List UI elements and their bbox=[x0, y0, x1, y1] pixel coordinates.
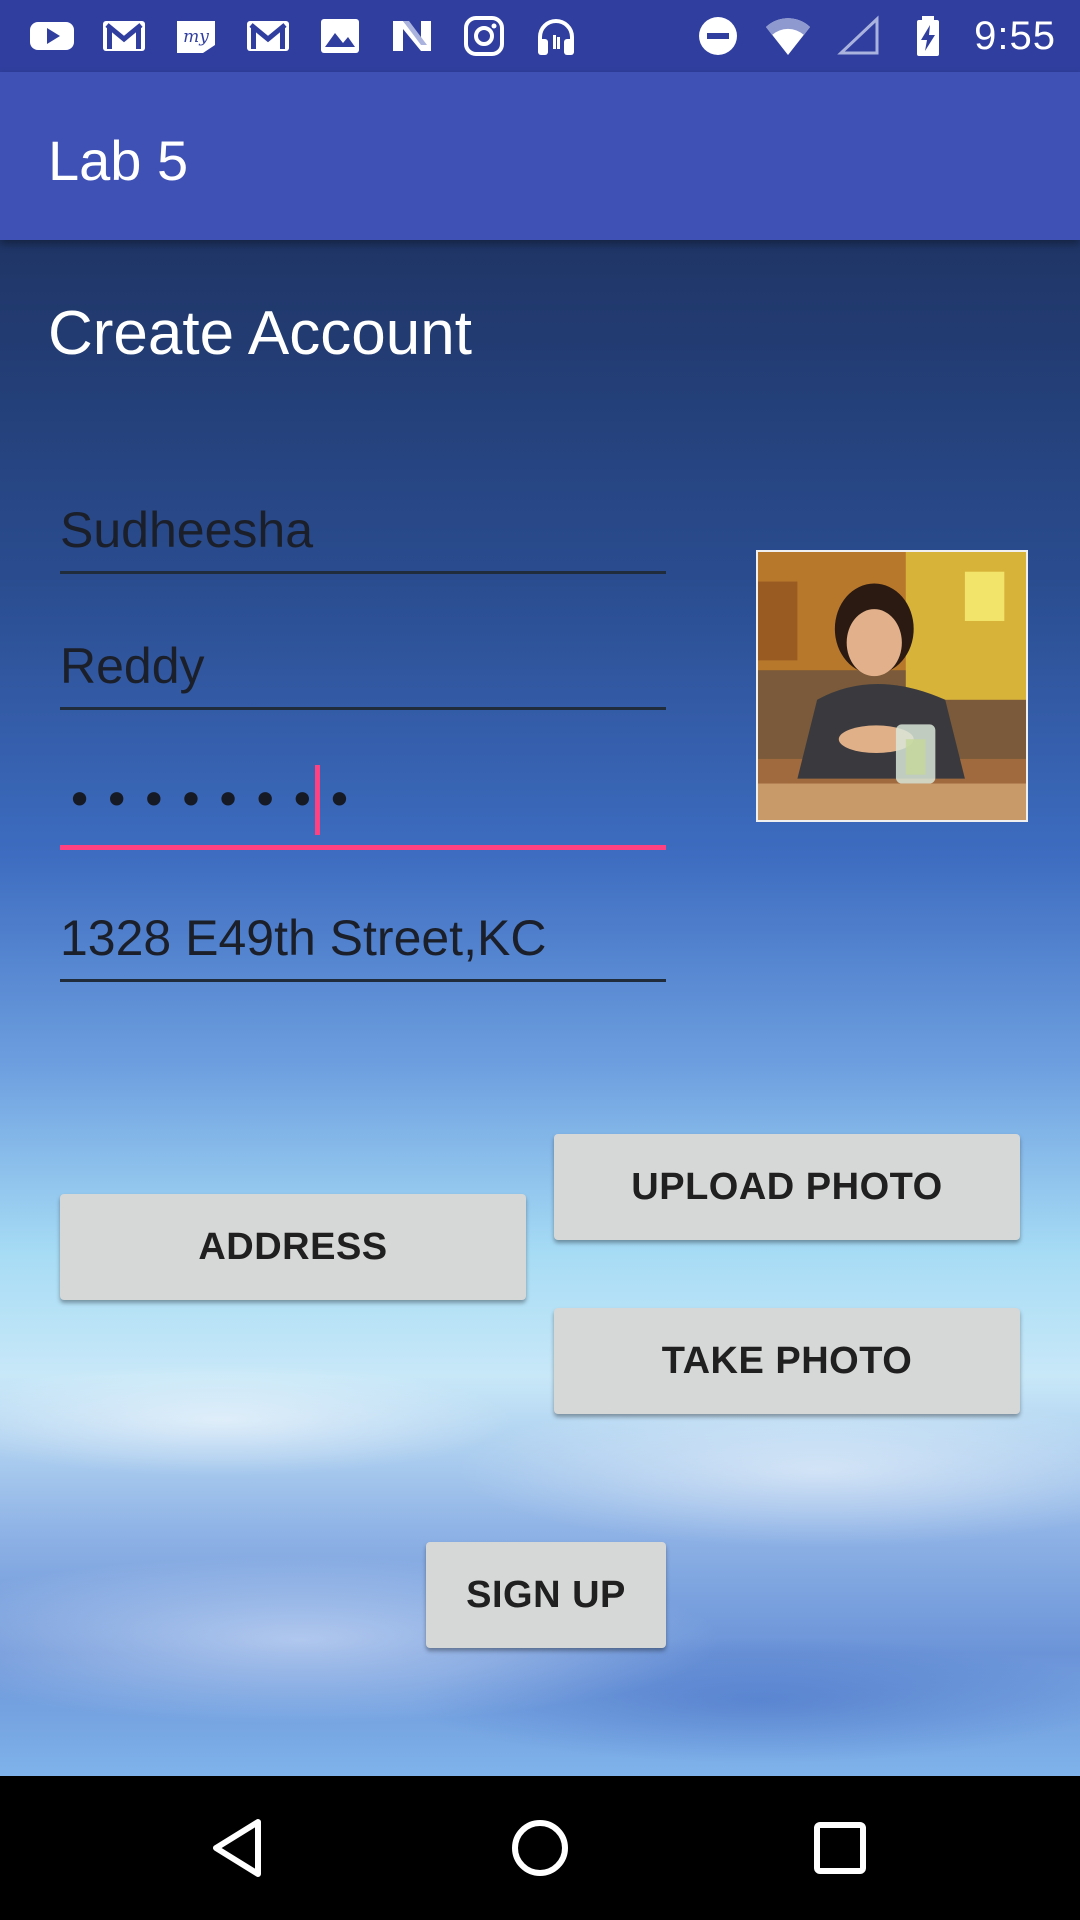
instagram-icon bbox=[460, 14, 508, 58]
wifi-icon bbox=[764, 14, 812, 58]
first-name-field[interactable]: Sudheesha bbox=[60, 494, 666, 574]
battery-charging-icon bbox=[904, 14, 952, 58]
text-cursor bbox=[315, 765, 320, 835]
status-bar: my 9:55 bbox=[0, 0, 1080, 72]
headphones-icon bbox=[532, 14, 580, 58]
cell-signal-icon bbox=[834, 14, 882, 58]
page-title: Create Account bbox=[48, 299, 472, 368]
create-account-screen: Create Account Sudheesha Reddy •••••••• … bbox=[0, 240, 1080, 1776]
recents-icon[interactable] bbox=[804, 1812, 876, 1884]
do-not-disturb-icon bbox=[694, 14, 742, 58]
password-field[interactable]: •••••••• bbox=[60, 764, 666, 850]
home-icon[interactable] bbox=[504, 1812, 576, 1884]
last-name-field[interactable]: Reddy bbox=[60, 630, 666, 710]
gmail-icon bbox=[100, 14, 148, 58]
news-icon bbox=[388, 14, 436, 58]
navigation-bar bbox=[0, 1776, 1080, 1920]
address-field[interactable]: 1328 E49th Street,KC bbox=[60, 902, 666, 982]
last-name-value: Reddy bbox=[60, 638, 205, 694]
address-button[interactable]: ADDRESS bbox=[60, 1194, 526, 1300]
address-value: 1328 E49th Street,KC bbox=[60, 910, 547, 966]
youtube-icon bbox=[28, 14, 76, 58]
first-name-value: Sudheesha bbox=[60, 502, 314, 558]
app-title: Lab 5 bbox=[48, 129, 189, 192]
gallery-icon bbox=[316, 14, 364, 58]
profile-photo bbox=[756, 550, 1028, 822]
take-photo-button[interactable]: TAKE PHOTO bbox=[554, 1308, 1020, 1414]
notification-icons: my bbox=[28, 14, 580, 58]
app-bar: Lab 5 bbox=[0, 72, 1080, 240]
sign-up-button[interactable]: SIGN UP bbox=[426, 1542, 666, 1648]
gmail-icon bbox=[244, 14, 292, 58]
svg-text:my: my bbox=[183, 27, 209, 47]
status-time: 9:55 bbox=[974, 13, 1056, 58]
upload-photo-button[interactable]: UPLOAD PHOTO bbox=[554, 1134, 1020, 1240]
system-icons: 9:55 bbox=[694, 14, 1056, 58]
back-icon[interactable] bbox=[204, 1812, 276, 1884]
mytrip-icon: my bbox=[172, 14, 220, 58]
